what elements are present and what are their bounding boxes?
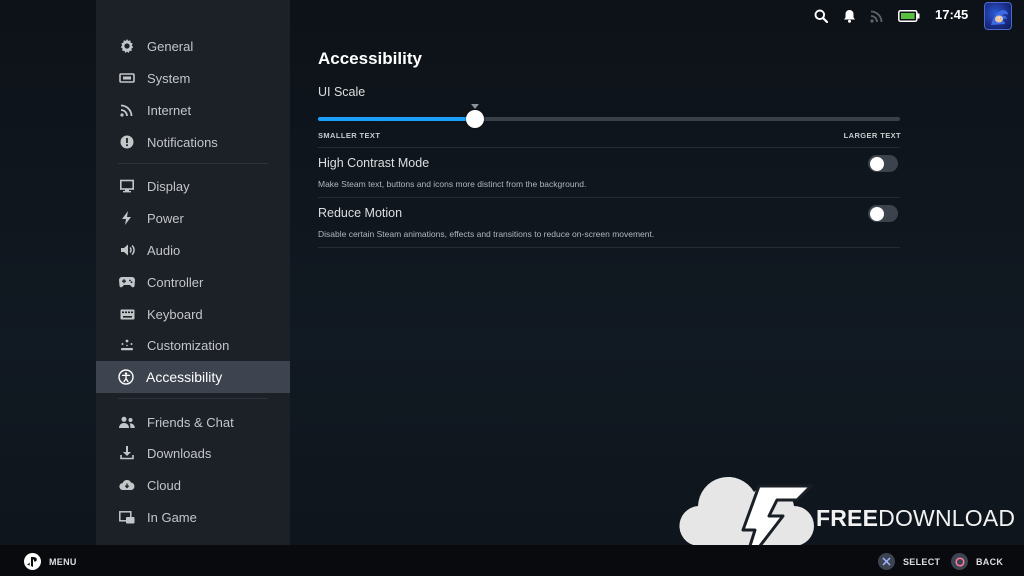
ui-scale-slider-thumb[interactable] [466, 110, 484, 128]
sidebar-item-friends-chat[interactable]: Friends & Chat [96, 406, 290, 438]
speaker-icon [119, 242, 135, 258]
sidebar-item-display[interactable]: Display [96, 170, 290, 202]
search-icon[interactable] [813, 8, 829, 24]
toggle-knob [870, 206, 884, 221]
system-icon [119, 70, 135, 86]
high-contrast-description: Make Steam text, buttons and icons more … [318, 179, 587, 189]
battery-icon[interactable] [898, 8, 920, 24]
back-button[interactable]: BACK [951, 553, 1003, 570]
sidebar-item-cloud[interactable]: Cloud [96, 469, 290, 501]
sidebar-item-customization[interactable]: Customization [96, 329, 290, 361]
cloud-icon [119, 477, 135, 493]
in-game-icon [119, 509, 135, 525]
sidebar-item-label: Accessibility [146, 369, 223, 385]
clock: 17:45 [935, 7, 969, 22]
sidebar-divider [118, 398, 268, 399]
gamepad-icon [119, 274, 135, 290]
sidebar-item-label: Customization [147, 337, 230, 353]
watermark-text: FREEDOWNLOAD [816, 505, 1016, 531]
back-label: BACK [976, 556, 1004, 567]
monitor-icon [119, 178, 135, 194]
bell-icon[interactable] [841, 8, 857, 24]
settings-sidebar: General System Internet Notifications Di… [96, 0, 290, 545]
default-marker-icon [471, 104, 479, 109]
row-divider [318, 147, 900, 148]
sidebar-item-label: Audio [147, 242, 181, 258]
sidebar-item-internet[interactable]: Internet [96, 94, 290, 126]
high-contrast-title: High Contrast Mode [318, 156, 430, 170]
high-contrast-toggle[interactable] [868, 155, 898, 172]
sidebar-item-label: Internet [147, 102, 192, 118]
page-title: Accessibility [318, 49, 422, 68]
row-divider [318, 197, 900, 198]
sidebar-item-accessibility[interactable]: Accessibility [96, 361, 290, 393]
accessibility-icon [118, 369, 134, 385]
row-divider [318, 247, 900, 248]
ui-scale-min-label: SMALLER TEXT [318, 131, 381, 140]
sidebar-item-label: Controller [147, 274, 204, 290]
sparkle-icon [119, 337, 135, 353]
bottom-bar: MENU SELECT BACK [0, 545, 1024, 576]
sidebar-item-label: In Game [147, 509, 197, 525]
sidebar-divider [118, 163, 268, 164]
sidebar-item-power[interactable]: Power [96, 202, 290, 234]
reduce-motion-description: Disable certain Steam animations, effect… [318, 229, 655, 239]
friends-icon [119, 414, 135, 430]
sidebar-item-in-game[interactable]: In Game [96, 501, 290, 533]
keyboard-icon [119, 306, 135, 322]
gear-icon [119, 38, 135, 54]
wifi-icon [119, 102, 135, 118]
toggle-knob [870, 156, 884, 171]
menu-label: MENU [49, 556, 77, 567]
sidebar-item-label: General [147, 38, 194, 54]
playstation-icon [24, 553, 41, 570]
sidebar-item-label: System [147, 70, 191, 86]
sidebar-item-label: Friends & Chat [147, 414, 234, 430]
reduce-motion-title: Reduce Motion [318, 206, 403, 220]
ui-scale-slider-fill [318, 117, 475, 121]
sidebar-item-system[interactable]: System [96, 62, 290, 94]
sidebar-item-label: Cloud [147, 477, 181, 493]
sidebar-item-downloads[interactable]: Downloads [96, 437, 290, 469]
select-label: SELECT [903, 556, 941, 567]
sidebar-item-keyboard[interactable]: Keyboard [96, 298, 290, 330]
avatar[interactable] [984, 2, 1012, 30]
sidebar-item-audio[interactable]: Audio [96, 234, 290, 266]
sidebar-item-notifications[interactable]: Notifications [96, 126, 290, 158]
menu-button[interactable]: MENU [24, 553, 77, 570]
lightning-icon [119, 210, 135, 226]
sidebar-item-controller[interactable]: Controller [96, 266, 290, 298]
ui-scale-slider-track[interactable] [318, 117, 900, 121]
sidebar-item-general[interactable]: General [96, 30, 290, 62]
sidebar-item-label: Notifications [147, 134, 218, 150]
sidebar-item-label: Downloads [147, 445, 212, 461]
sidebar-item-label: Display [147, 178, 190, 194]
wifi-icon[interactable] [869, 8, 885, 24]
download-icon [119, 445, 135, 461]
ui-scale-label: UI Scale [318, 85, 366, 99]
circle-button-icon [951, 553, 968, 570]
cross-button-icon [878, 553, 895, 570]
ui-scale-max-label: LARGER TEXT [843, 131, 901, 140]
select-button[interactable]: SELECT [878, 553, 940, 570]
reduce-motion-toggle[interactable] [868, 205, 898, 222]
sidebar-item-label: Power [147, 210, 184, 226]
sidebar-item-label: Keyboard [147, 306, 203, 322]
alert-icon [119, 134, 135, 150]
